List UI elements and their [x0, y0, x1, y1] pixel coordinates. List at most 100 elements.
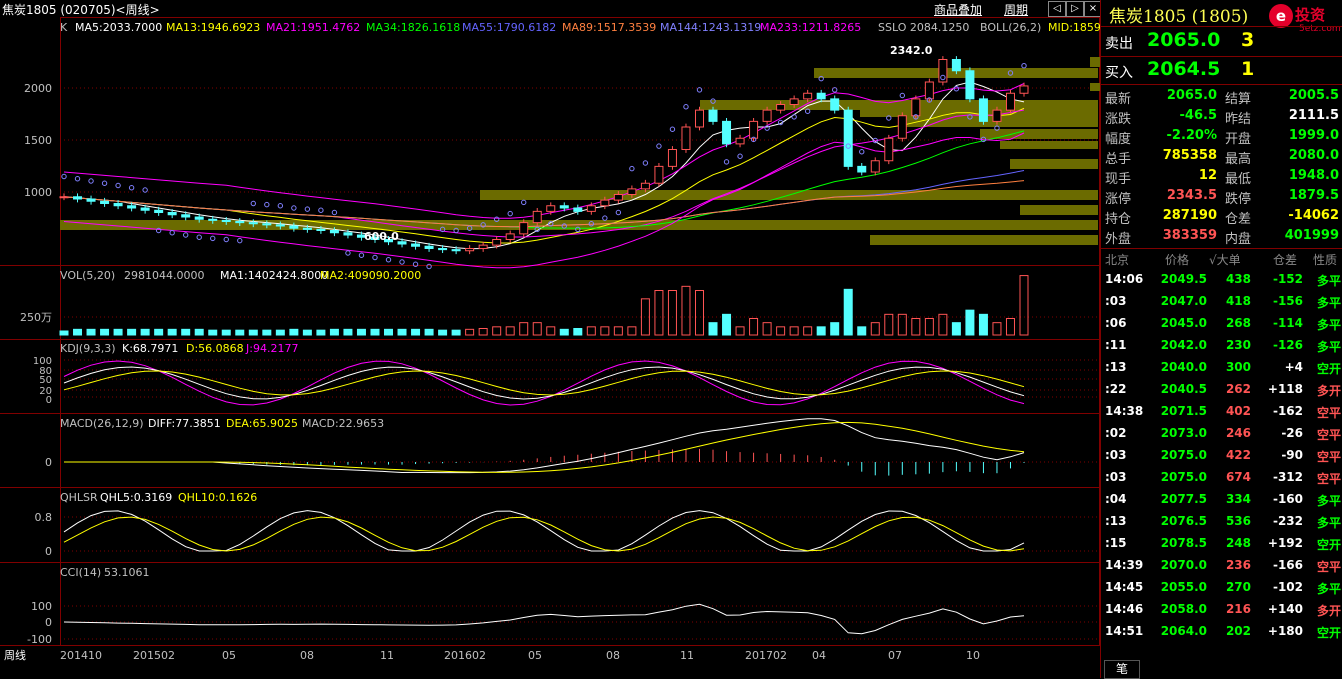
- candle-body: [451, 249, 461, 252]
- kdj-lines: [63, 360, 1025, 406]
- sar-dot: [128, 185, 135, 191]
- trade-time: :03: [1105, 448, 1127, 462]
- trade-row[interactable]: 14:38 2071.5 402 -162 空平: [1101, 400, 1342, 422]
- candle-body: [776, 104, 786, 111]
- trade-row[interactable]: 14:46 2058.0 216 +140 多开: [1101, 598, 1342, 620]
- volume-bar: [208, 329, 218, 336]
- x-axis: 周线 201410 201502 05 08 11 201602 05 08 11 201702 0…: [4, 648, 980, 662]
- volume-bar: [857, 326, 867, 336]
- qhl5-value: QHL5:0.3169: [100, 491, 172, 504]
- ask-volume: 3: [1241, 29, 1255, 51]
- volume-bar: [316, 329, 326, 336]
- period-button[interactable]: 周期: [1004, 1, 1028, 18]
- candle-body: [59, 196, 69, 199]
- trade-type: 空平: [1316, 560, 1341, 574]
- volume-bar: [167, 328, 177, 336]
- x-axis-tick-label: 05: [528, 649, 542, 662]
- candle-body: [194, 216, 204, 220]
- trade-oi-change: -26: [1281, 426, 1303, 440]
- candle-body: [316, 228, 326, 231]
- kline-chart[interactable]: K MA5:2033.7000 MA13:1946.6923 MA21:1951.4…: [0, 17, 1100, 678]
- quote-panel: 焦炭1805 (1805) e 投资 5etz.com 卖出 2065.0 3 …: [1100, 0, 1342, 678]
- trade-time: 14:51: [1105, 624, 1144, 638]
- trade-oi-change: -102: [1272, 580, 1303, 594]
- quote-label: 总手: [1105, 152, 1132, 167]
- candle-body: [803, 92, 813, 100]
- trade-time: 14:46: [1105, 602, 1144, 616]
- trade-volume: 438: [1225, 272, 1251, 286]
- sar-dot: [507, 210, 513, 217]
- sar-dot: [615, 209, 622, 216]
- trades-header: 北京 价格 √大单 仓差 性质: [1101, 250, 1342, 268]
- quote-value: 1948.0: [1288, 168, 1339, 183]
- volume-bar: [1005, 318, 1015, 336]
- indicator-legend-item: MA13:1946.6923: [166, 21, 260, 34]
- indicator-legend-item: MA34:1826.1618: [366, 21, 460, 34]
- candle-body: [870, 160, 880, 173]
- volume-bar: [951, 322, 961, 336]
- nav-left-icon[interactable]: ◁: [1048, 1, 1066, 17]
- trade-row[interactable]: :13 2076.5 536 -232 多平: [1101, 510, 1342, 532]
- sar-dot: [223, 236, 229, 243]
- sar-dot: [304, 206, 311, 212]
- trade-row[interactable]: :15 2078.5 248 +192 空开: [1101, 532, 1342, 554]
- trade-type: 多开: [1316, 604, 1341, 618]
- volume-bar: [194, 328, 204, 336]
- candle-body: [586, 205, 596, 212]
- trade-row[interactable]: :04 2077.5 334 -160 多平: [1101, 488, 1342, 510]
- trade-row[interactable]: 14:39 2070.0 236 -166 空平: [1101, 554, 1342, 576]
- volume-bar: [289, 328, 299, 336]
- sar-dot: [115, 182, 121, 189]
- quote-label: 昨结: [1225, 112, 1252, 127]
- candle-body: [1019, 85, 1029, 94]
- trade-oi-change: -152: [1272, 272, 1303, 286]
- trade-row[interactable]: :03 2075.0 674 -312 空平: [1101, 466, 1342, 488]
- trade-row[interactable]: 14:06 2049.5 438 -152 多平: [1101, 268, 1342, 290]
- candle-body: [424, 245, 434, 249]
- trade-row[interactable]: :11 2042.0 230 -126 多平: [1101, 334, 1342, 356]
- trade-type: 空平: [1316, 472, 1341, 486]
- overlay-button[interactable]: 商品叠加: [934, 1, 982, 18]
- trade-row[interactable]: :03 2075.0 422 -90 空平: [1101, 444, 1342, 466]
- candle-body: [73, 196, 83, 200]
- sar-dot: [642, 160, 649, 166]
- candle-body: [830, 98, 840, 111]
- trade-row[interactable]: :02 2073.0 246 -26 空平: [1101, 422, 1342, 444]
- trade-row[interactable]: 14:51 2064.0 202 +180 空开: [1101, 620, 1342, 642]
- trade-row[interactable]: :13 2040.0 300 +4 空开: [1101, 356, 1342, 378]
- trade-volume: 270: [1225, 580, 1251, 594]
- period-label: 周线: [4, 648, 26, 662]
- trade-volume: 246: [1225, 426, 1251, 440]
- candle-body: [275, 224, 285, 227]
- quote-value: 785358: [1162, 148, 1217, 163]
- trade-row[interactable]: :22 2040.5 262 +118 多开: [1101, 378, 1342, 400]
- trade-price: 2045.0: [1160, 316, 1207, 330]
- trade-price: 2040.5: [1160, 382, 1207, 396]
- sar-dot: [264, 201, 270, 208]
- candle-body: [884, 137, 894, 162]
- trade-price: 2071.5: [1160, 404, 1207, 418]
- candle-body: [532, 210, 542, 224]
- candle-body: [789, 98, 799, 105]
- quote-label: 最高: [1225, 152, 1252, 167]
- quote-label: 最低: [1225, 172, 1252, 187]
- volume-bar: [343, 328, 353, 336]
- volume-bar: [424, 328, 434, 336]
- quote-label: 涨停: [1105, 192, 1132, 207]
- quote-label: 内盘: [1225, 232, 1252, 247]
- sar-dot: [696, 87, 703, 93]
- candle-body: [343, 232, 353, 236]
- trade-row[interactable]: :06 2045.0 268 -114 多平: [1101, 312, 1342, 334]
- x-axis-tick-label: 04: [812, 649, 826, 662]
- nav-right-icon[interactable]: ▷: [1066, 1, 1084, 17]
- trade-volume: 300: [1225, 360, 1251, 374]
- candle-body: [100, 200, 110, 204]
- candle-body: [140, 207, 150, 211]
- candle-body: [965, 70, 975, 100]
- ask-price: 2065.0: [1147, 29, 1221, 51]
- volume-bar: [451, 329, 461, 336]
- tick-detail-button[interactable]: 笔: [1104, 660, 1140, 679]
- trade-row[interactable]: :03 2047.0 418 -156 多平: [1101, 290, 1342, 312]
- trade-row[interactable]: 14:45 2055.0 270 -102 多平: [1101, 576, 1342, 598]
- trade-time: :11: [1105, 338, 1127, 352]
